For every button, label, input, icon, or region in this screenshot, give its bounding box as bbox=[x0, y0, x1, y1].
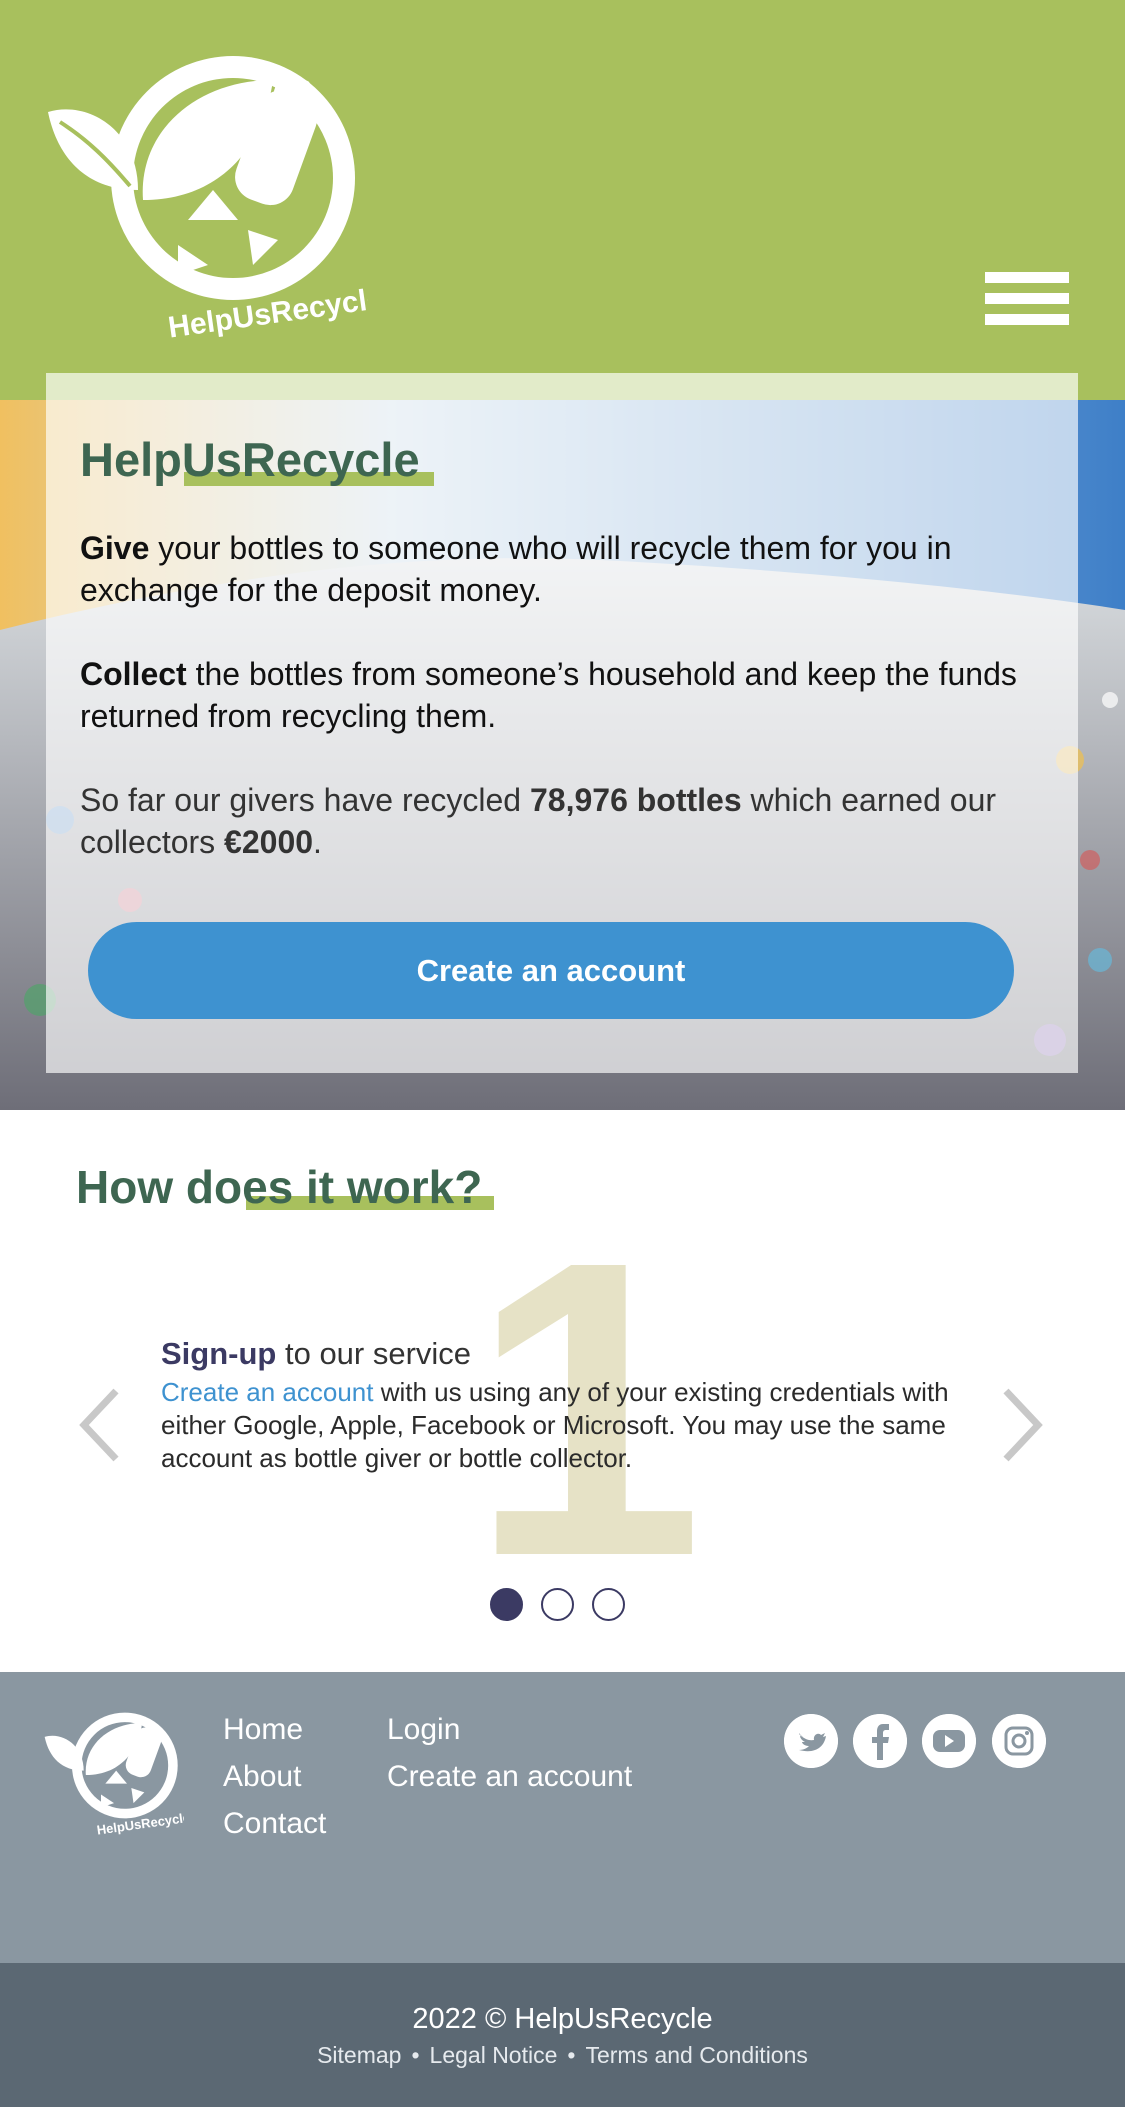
collect-bold: Collect bbox=[80, 656, 187, 692]
chevron-right-icon[interactable] bbox=[996, 1385, 1046, 1465]
give-text: your bottles to someone who will recycle… bbox=[80, 530, 952, 608]
copyright-text: 2022 © HelpUsRecycle bbox=[412, 2003, 713, 2035]
stats-suffix: . bbox=[313, 824, 322, 860]
step-heading: Sign-up to our service bbox=[161, 1336, 971, 1372]
sitemap-link[interactable]: Sitemap bbox=[317, 2042, 401, 2068]
give-paragraph: Give your bottles to someone who will re… bbox=[80, 527, 1060, 611]
youtube-icon[interactable] bbox=[922, 1714, 976, 1768]
carousel-dot-1[interactable] bbox=[490, 1588, 523, 1621]
stats-paragraph: So far our givers have recycled 78,976 b… bbox=[80, 779, 1060, 863]
legal-notice-link[interactable]: Legal Notice bbox=[430, 2042, 558, 2068]
collect-paragraph: Collect the bottles from someone’s house… bbox=[80, 653, 1060, 737]
chevron-left-icon[interactable] bbox=[76, 1385, 126, 1465]
carousel-dot-3[interactable] bbox=[592, 1588, 625, 1621]
footer-link-home[interactable]: Home bbox=[223, 1706, 326, 1753]
carousel-step: Sign-up to our service Create an account… bbox=[161, 1336, 971, 1475]
step-heading-text: to our service bbox=[276, 1336, 472, 1371]
facebook-icon[interactable] bbox=[853, 1714, 907, 1768]
legal-links: Sitemap • Legal Notice • Terms and Condition… bbox=[317, 2042, 808, 2068]
footer-link-contact[interactable]: Contact bbox=[223, 1800, 326, 1847]
collect-text: the bottles from someone’s household and… bbox=[80, 656, 1017, 734]
carousel-dots bbox=[490, 1588, 625, 1621]
step-create-account-link[interactable]: Create an account bbox=[161, 1377, 373, 1407]
step-body: Create an account with us using any of y… bbox=[161, 1376, 971, 1475]
step-heading-bold: Sign-up bbox=[161, 1336, 277, 1371]
footer-link-create-account[interactable]: Create an account bbox=[387, 1753, 632, 1800]
helpusrecycle-logo[interactable]: HelpUsRecycle bbox=[48, 50, 368, 350]
carousel-dot-2[interactable] bbox=[541, 1588, 574, 1621]
stats-prefix: So far our givers have recycled bbox=[80, 782, 530, 818]
how-it-works-title: How does it work? bbox=[76, 1161, 483, 1213]
hero-card-top-strip bbox=[46, 373, 1078, 400]
footer-link-login[interactable]: Login bbox=[387, 1706, 632, 1753]
instagram-icon[interactable] bbox=[992, 1714, 1046, 1768]
footer-logo[interactable]: HelpUsRecycle bbox=[44, 1710, 184, 1840]
footer-nav-col-1: Home About Contact bbox=[223, 1706, 326, 1847]
footer-nav-col-2: Login Create an account bbox=[387, 1706, 632, 1800]
stats-bottles: 78,976 bottles bbox=[529, 782, 742, 818]
twitter-icon[interactable] bbox=[784, 1714, 838, 1768]
footer-link-about[interactable]: About bbox=[223, 1753, 326, 1800]
hero-title: HelpUsRecycle bbox=[80, 433, 420, 486]
create-account-button[interactable]: Create an account bbox=[88, 922, 1014, 1019]
hamburger-menu-icon[interactable] bbox=[985, 272, 1069, 326]
give-bold: Give bbox=[80, 530, 150, 566]
terms-link[interactable]: Terms and Conditions bbox=[585, 2042, 807, 2068]
stats-amount: €2000 bbox=[224, 824, 314, 860]
